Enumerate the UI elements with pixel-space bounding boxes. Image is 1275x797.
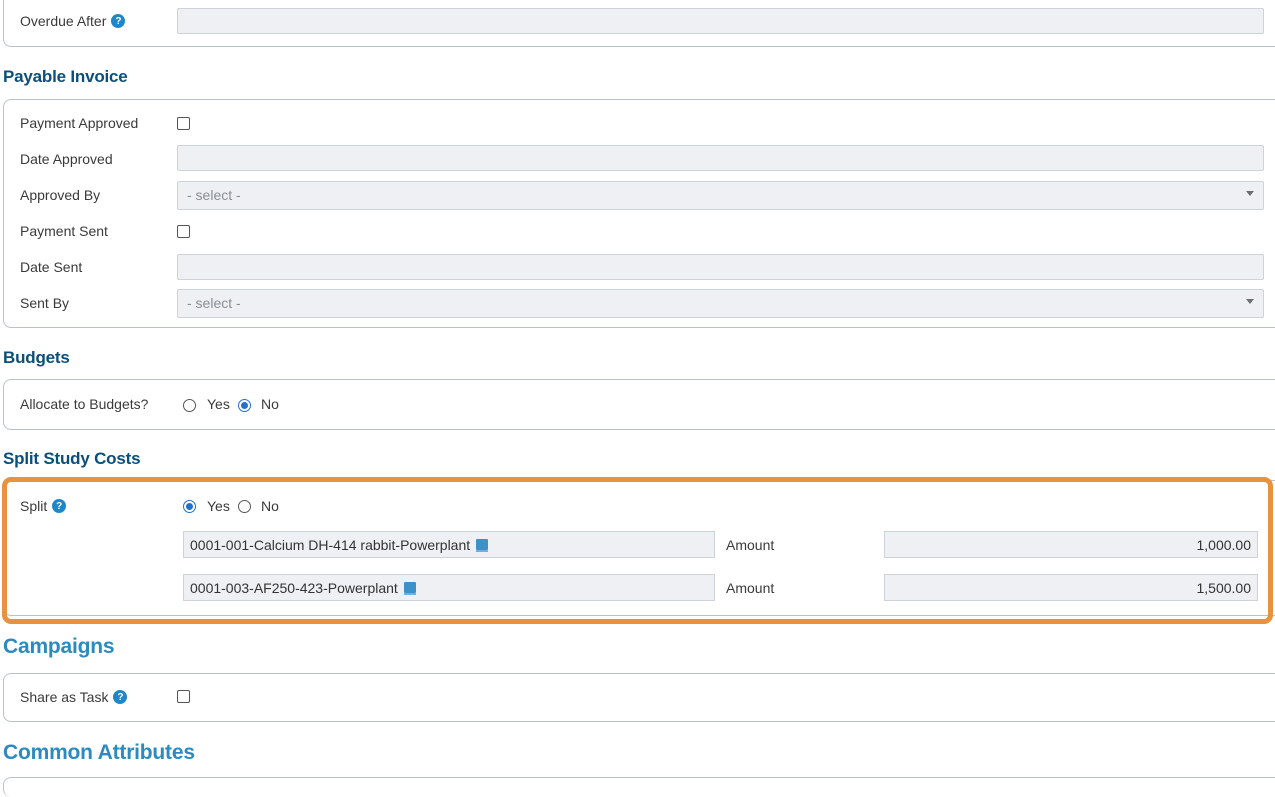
- payment-approved-checkbox[interactable]: [177, 117, 190, 130]
- split-yes-radio[interactable]: [183, 500, 196, 513]
- common-attributes-panel: [3, 777, 1275, 797]
- payment-sent-checkbox[interactable]: [177, 225, 190, 238]
- date-approved-input[interactable]: [177, 145, 1264, 171]
- allocate-no-radio[interactable]: [238, 399, 251, 412]
- share-as-task-checkbox[interactable]: [177, 690, 190, 703]
- approved-by-select[interactable]: - select -: [177, 181, 1264, 210]
- study-name: 0001-001-Calcium DH-414 rabbit-Powerplan…: [190, 536, 471, 553]
- overdue-after-label: Overdue After ?: [20, 13, 126, 29]
- laptop-icon[interactable]: [403, 582, 416, 595]
- sent-by-select[interactable]: - select -: [177, 289, 1264, 318]
- section-title-split-study-costs: Split Study Costs: [3, 449, 141, 468]
- help-icon[interactable]: ?: [52, 499, 67, 513]
- share-as-task-text: Share as Task: [20, 689, 109, 705]
- section-title-campaigns: Campaigns: [3, 635, 115, 658]
- approved-by-label: Approved By: [20, 187, 101, 203]
- date-sent-label: Date Sent: [20, 259, 83, 275]
- split-yes-label: Yes: [207, 498, 230, 514]
- date-approved-label: Date Approved: [20, 151, 113, 167]
- amount-label: Amount: [726, 580, 775, 596]
- amount-input[interactable]: 1,500.00: [884, 574, 1258, 601]
- overdue-after-input[interactable]: [177, 8, 1264, 34]
- study-name: 0001-003-AF250-423-Powerplant: [190, 579, 398, 596]
- section-title-payable-invoice: Payable Invoice: [3, 67, 128, 86]
- sent-by-value: - select -: [187, 295, 241, 311]
- allocate-no-label: No: [261, 396, 279, 412]
- approved-by-value: - select -: [187, 187, 241, 203]
- split-no-label: No: [261, 498, 279, 514]
- study-field[interactable]: 0001-003-AF250-423-Powerplant: [183, 574, 715, 601]
- payment-approved-label: Payment Approved: [20, 115, 139, 131]
- section-title-budgets: Budgets: [3, 348, 70, 367]
- sent-by-label: Sent By: [20, 295, 70, 311]
- allocate-yes-radio[interactable]: [183, 399, 196, 412]
- chevron-down-icon: [1246, 191, 1254, 196]
- payment-sent-label: Payment Sent: [20, 223, 108, 239]
- split-label: Split ?: [20, 498, 67, 514]
- section-title-common-attributes: Common Attributes: [3, 741, 195, 764]
- study-field[interactable]: 0001-001-Calcium DH-414 rabbit-Powerplan…: [183, 531, 715, 558]
- allocate-yes-label: Yes: [207, 396, 230, 412]
- amount-input[interactable]: 1,000.00: [884, 531, 1258, 558]
- campaigns-panel: [3, 673, 1275, 722]
- laptop-icon[interactable]: [476, 539, 489, 552]
- overdue-after-text: Overdue After: [20, 13, 107, 29]
- split-no-radio[interactable]: [238, 500, 251, 513]
- share-as-task-label: Share as Task ?: [20, 689, 128, 705]
- chevron-down-icon: [1246, 299, 1254, 304]
- help-icon[interactable]: ?: [111, 14, 126, 28]
- help-icon[interactable]: ?: [113, 690, 128, 704]
- split-label-text: Split: [20, 498, 48, 514]
- allocate-to-budgets-label: Allocate to Budgets?: [20, 396, 149, 412]
- date-sent-input[interactable]: [177, 254, 1264, 280]
- amount-label: Amount: [726, 537, 775, 553]
